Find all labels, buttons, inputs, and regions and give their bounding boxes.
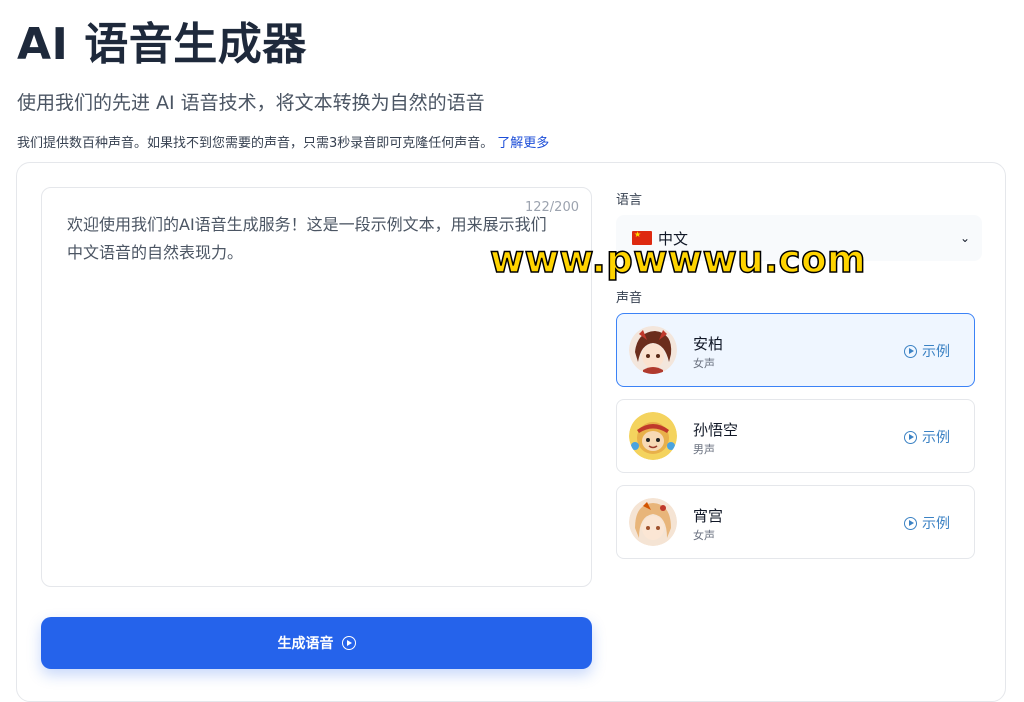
voice-name: 安柏 xyxy=(693,335,724,353)
avatar xyxy=(629,498,677,546)
sample-label: 示例 xyxy=(922,430,950,446)
sample-button[interactable]: 示例 xyxy=(904,341,950,361)
info-note: 我们提供数百种声音。如果找不到您需要的声音，只需3秒录音即可克隆任何声音。 了解更… xyxy=(17,132,549,151)
page-title: AI 语音生成器 xyxy=(17,19,307,70)
sample-button[interactable]: 示例 xyxy=(904,427,950,447)
voice-gender: 女声 xyxy=(693,529,715,542)
text-input[interactable]: 欢迎使用我们的AI语音生成服务！这是一段示例文本，用来展示我们中文语音的自然表现… xyxy=(67,211,562,267)
voice-card-ambor[interactable]: 安柏 女声 示例 xyxy=(616,313,975,387)
voice-name: 宵宫 xyxy=(693,507,724,525)
info-note-text: 我们提供数百种声音。如果找不到您需要的声音，只需3秒录音即可克隆任何声音。 xyxy=(17,136,494,151)
voice-label: 声音 xyxy=(616,291,643,306)
generate-button-label: 生成语音 xyxy=(277,636,334,652)
play-circle-icon xyxy=(341,636,356,650)
chevron-down-icon: ⌄ xyxy=(959,231,970,245)
sample-button[interactable]: 示例 xyxy=(904,513,950,533)
sample-label: 示例 xyxy=(922,516,950,532)
voice-name: 孙悟空 xyxy=(693,421,739,439)
voice-card-yoimiya[interactable]: 宵宫 女声 示例 xyxy=(616,485,975,559)
voice-gender: 女声 xyxy=(693,357,715,370)
play-circle-icon xyxy=(904,430,917,444)
play-circle-icon xyxy=(904,516,917,530)
voice-card-sunwukong[interactable]: 孙悟空 男声 示例 xyxy=(616,399,975,473)
watermark: www.pwwwu.com xyxy=(489,237,867,282)
generate-button[interactable]: 生成语音 xyxy=(41,617,592,669)
char-count: 122/200 xyxy=(524,200,579,215)
language-label: 语言 xyxy=(616,193,643,208)
voice-gender: 男声 xyxy=(693,443,715,456)
avatar xyxy=(629,326,677,374)
play-circle-icon xyxy=(904,344,917,358)
page-subtitle: 使用我们的先进 AI 语音技术，将文本转换为自然的语音 xyxy=(17,92,485,114)
sample-label: 示例 xyxy=(922,344,950,360)
avatar xyxy=(629,412,677,460)
learn-more-link[interactable]: 了解更多 xyxy=(497,136,549,151)
